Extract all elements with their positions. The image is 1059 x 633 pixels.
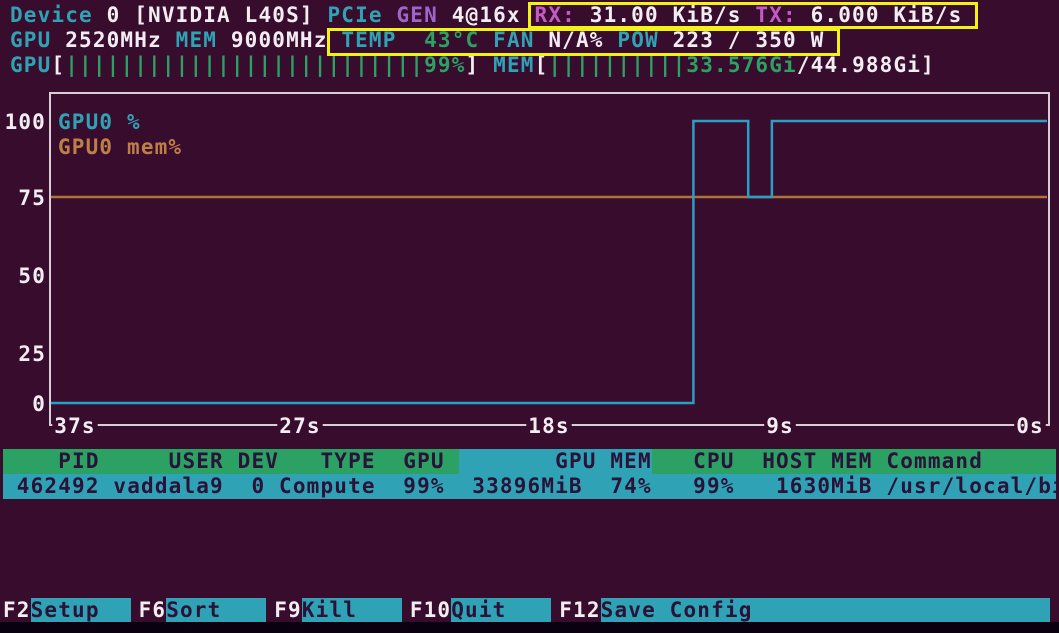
- terminal-text-segment: [: [535, 53, 549, 77]
- x-axis-tick-label: 27s: [279, 414, 320, 438]
- legend-entry: GPU0 mem%: [58, 135, 182, 159]
- terminal-text-segment: POW: [617, 28, 672, 52]
- chart-frame: [50, 93, 1049, 425]
- y-axis-tick-label: 0: [32, 392, 46, 416]
- fnkey-button-save-config[interactable]: Save Config: [601, 598, 1050, 623]
- terminal-text-segment: MEM: [493, 53, 534, 77]
- x-axis-tick-bg: [52, 413, 97, 439]
- terminal-text-segment: FAN: [493, 28, 548, 52]
- gpu-mem-gauge-line: GPU[||||||||||||||||||||||||||99%] MEM[|…: [0, 53, 1059, 78]
- series-gpu0-: [51, 121, 1047, 403]
- y-axis-tick-label: 100: [5, 110, 46, 134]
- process-table-header[interactable]: PID USER DEV TYPE GPU GPU MEM CPU HOST M…: [3, 449, 1056, 474]
- fnkey-button-quit[interactable]: Quit: [451, 598, 551, 623]
- fnkey-gap: [131, 598, 139, 623]
- fnkey-label-f6: F6: [139, 598, 167, 623]
- fnkey-label-f10: F10: [410, 598, 451, 623]
- device-info-line: Device 0 [NVIDIA L40S] PCIe GEN 4@16x RX…: [0, 3, 1059, 28]
- terminal-text-segment: 2520MHz: [65, 28, 175, 52]
- fnkey-button-sort[interactable]: Sort: [166, 598, 266, 623]
- x-axis-tick-bg: [764, 413, 796, 439]
- x-axis-tick-label: 0s: [1016, 414, 1044, 438]
- terminal-text-segment: RX:: [535, 3, 590, 27]
- fnkey-label-f12: F12: [559, 598, 600, 623]
- x-axis-tick-label: 37s: [54, 414, 95, 438]
- terminal-text-segment: ||||||||||: [548, 53, 686, 77]
- fnkey-gap: [402, 598, 410, 623]
- terminal-text-segment: GPU: [10, 53, 51, 77]
- table-header-segment[interactable]: GPU MEM: [459, 449, 652, 474]
- legend-entry: GPU0 %: [58, 110, 141, 134]
- terminal-text-segment: PCIe: [327, 3, 396, 27]
- x-axis-tick-bg: [277, 413, 322, 439]
- table-header-segment[interactable]: PID USER DEV TYPE GPU: [3, 449, 459, 474]
- terminal-text-segment: MEM: [176, 28, 231, 52]
- terminal-text-segment: ]: [921, 53, 935, 77]
- fnkey-button-setup[interactable]: Setup: [31, 598, 131, 623]
- terminal-text-segment: 223 / 350 W: [673, 28, 825, 52]
- terminal-text-segment: 0: [107, 3, 135, 27]
- x-axis-tick-bg: [526, 413, 571, 439]
- terminal-text-segment: [NVIDIA L40S]: [134, 3, 327, 27]
- terminal-text-segment: 9000MHz: [231, 28, 341, 52]
- x-axis-tick-label: 9s: [766, 414, 794, 438]
- terminal-text-segment: TX:: [755, 3, 810, 27]
- terminal-text-segment: 6.000 KiB/s: [811, 3, 963, 27]
- function-key-bar: F2Setup F6Sort F9Kill F10Quit F12Save Config: [3, 598, 1059, 623]
- fnkey-gap: [266, 598, 274, 623]
- terminal-text-segment: Device: [10, 3, 107, 27]
- table-header-segment[interactable]: CPU HOST MEM Command: [652, 449, 1056, 474]
- nvtop-terminal: Device 0 [NVIDIA L40S] PCIe GEN 4@16x RX…: [0, 0, 1059, 633]
- y-axis-tick-label: 50: [18, 264, 46, 288]
- terminal-text-segment: /: [797, 53, 811, 77]
- x-axis-tick-bg: [1014, 413, 1046, 439]
- bottom-edge-strip: [0, 622, 1059, 633]
- fnkey-label-f9: F9: [274, 598, 302, 623]
- gpu-utilization-history-chart: 100 75 50 25 0 37s 27s 18s 9s 0s GPU0 %GPU0 mem%: [0, 0, 1059, 633]
- terminal-text-segment: GEN: [397, 3, 452, 27]
- terminal-text-segment: 44.988Gi: [811, 53, 921, 77]
- x-axis-tick-label: 18s: [528, 414, 569, 438]
- fnkey-button-kill[interactable]: Kill: [302, 598, 402, 623]
- terminal-text-segment: 4@16x: [452, 3, 535, 27]
- process-row-text: 462492 vaddala9 0 Compute 99% 33896MiB 7…: [3, 474, 1056, 498]
- terminal-text-segment: 43°C: [410, 28, 493, 52]
- terminal-text-segment: GPU: [10, 28, 65, 52]
- fnkey-label-f2: F2: [3, 598, 31, 623]
- terminal-text-segment: TEMP: [341, 28, 410, 52]
- y-axis-tick-label: 75: [18, 186, 46, 210]
- terminal-text-segment: ]: [466, 53, 494, 77]
- clock-temp-power-line: GPU 2520MHz MEM 9000MHz TEMP 43°C FAN N/…: [0, 28, 1059, 53]
- terminal-text-segment: N/A%: [548, 28, 617, 52]
- terminal-text-segment: ||||||||||||||||||||||||||: [65, 53, 424, 77]
- fnkey-gap: [551, 598, 559, 623]
- process-table-row[interactable]: 462492 vaddala9 0 Compute 99% 33896MiB 7…: [3, 474, 1056, 499]
- y-axis-tick-label: 25: [18, 342, 46, 366]
- terminal-text-segment: [: [51, 53, 65, 77]
- terminal-text-segment: 99%: [424, 53, 465, 77]
- terminal-text-segment: 31.00 KiB/s: [590, 3, 756, 27]
- terminal-text-segment: 33.576Gi: [686, 53, 796, 77]
